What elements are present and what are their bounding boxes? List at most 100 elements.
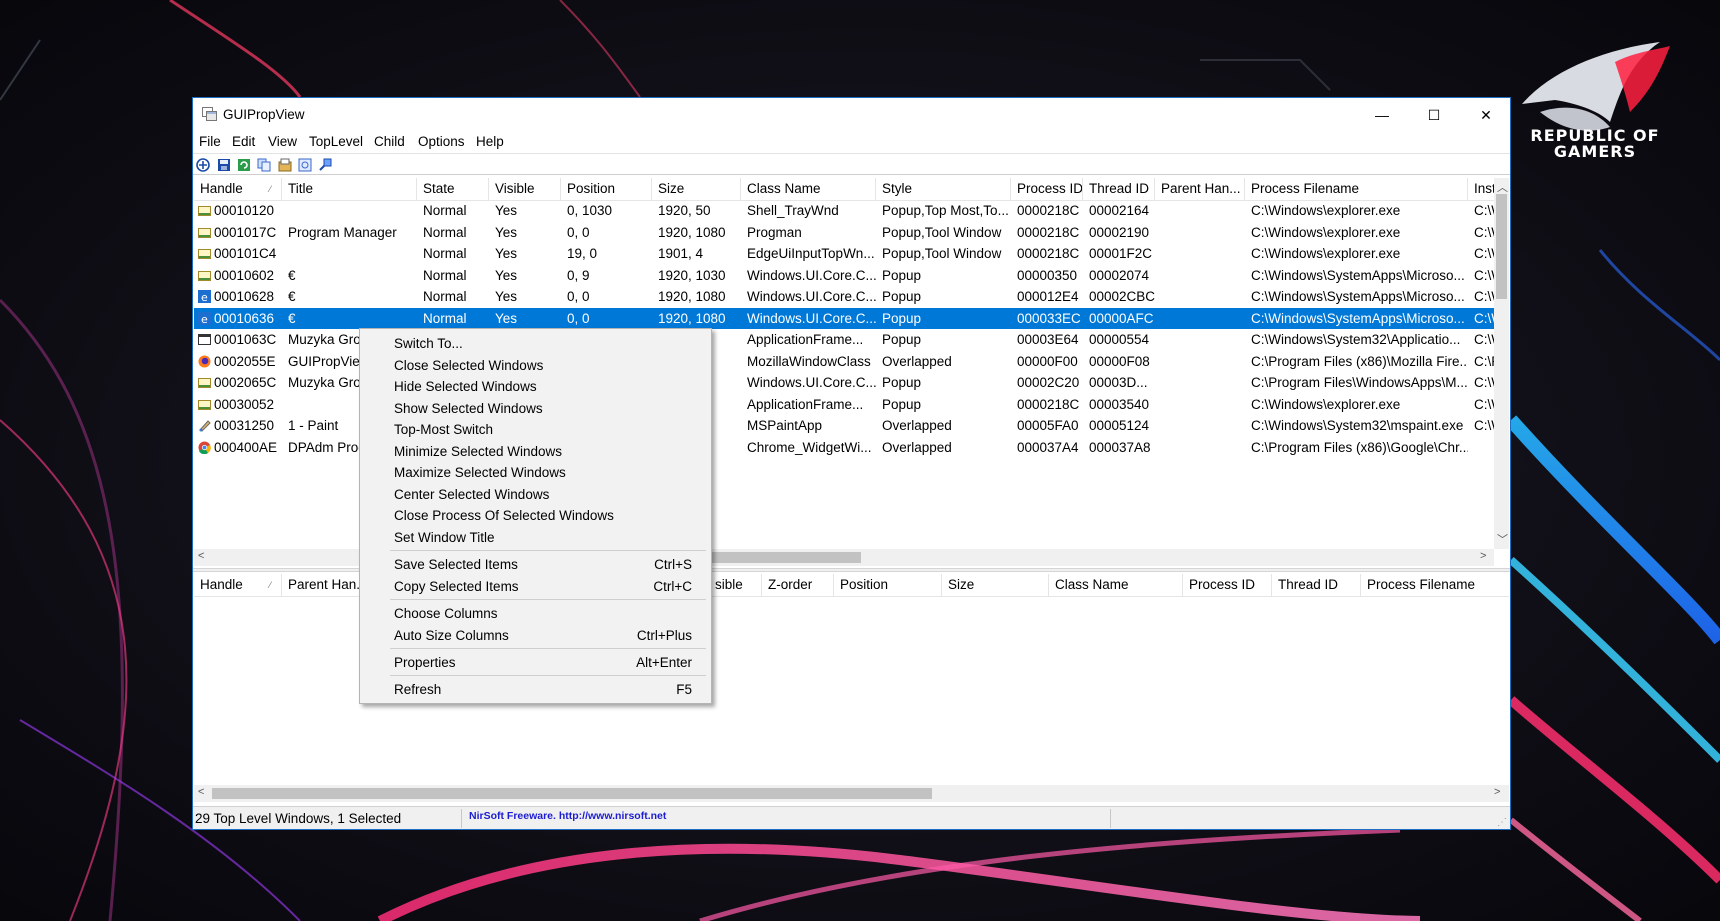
- col-header-visible[interactable]: Visible: [489, 178, 561, 200]
- menu-save-selected-items[interactable]: Save Selected Items Ctrl+S: [362, 554, 709, 575]
- resize-grip-icon[interactable]: ⋰: [1497, 817, 1507, 828]
- cell-position: 0, 1030: [567, 203, 613, 218]
- child-col-header-class-name[interactable]: Class Name: [1049, 574, 1183, 596]
- col-header-thread-id[interactable]: Thread ID: [1083, 178, 1155, 200]
- table-row[interactable]: e 00010628 € Normal Yes 0, 0 1920, 1080 Windows…: [194, 286, 1498, 308]
- col-header-size[interactable]: Size: [652, 178, 741, 200]
- col-header-process-id[interactable]: Process ID: [1011, 178, 1083, 200]
- nirsoft-link[interactable]: NirSoft Freeware. http://www.nirsoft.net: [469, 810, 666, 822]
- cell-thread-id: 00003540: [1089, 396, 1150, 412]
- top-vertical-scroll-thumb[interactable]: [1496, 194, 1507, 299]
- menu-hide-selected-windows[interactable]: Hide Selected Windows: [362, 376, 709, 397]
- menu-set-window-title[interactable]: Set Window Title: [362, 527, 709, 548]
- table-row[interactable]: e 00010636 € Normal Yes 0, 0 1920, 1080 Windows…: [194, 307, 1498, 330]
- table-row[interactable]: 00010602 € Normal Yes 0, 9 1920, 1030 Windows.…: [194, 265, 1498, 287]
- cell-parent-handle: [1155, 329, 1245, 351]
- top-vertical-scrollbar[interactable]: ︿ ﹀: [1494, 178, 1509, 549]
- cell-parent-handle: [1155, 394, 1245, 416]
- cell-title: [282, 243, 417, 265]
- col-header-class-name[interactable]: Class Name: [741, 178, 876, 200]
- cell-parent-handle: [1155, 265, 1245, 287]
- menu-options[interactable]: Options: [418, 134, 465, 149]
- cell-thread-id: 00005124: [1089, 418, 1150, 433]
- cell-parent-handle: [1155, 308, 1245, 330]
- refresh-icon[interactable]: [237, 158, 251, 172]
- child-col-header-z-order[interactable]: Z-order: [762, 574, 834, 596]
- cell-style: Popup: [882, 332, 922, 347]
- menu-edit[interactable]: Edit: [232, 134, 255, 149]
- cell-thread-id: 00002074: [1089, 267, 1150, 283]
- menu-choose-columns[interactable]: Choose Columns: [362, 603, 709, 624]
- menu-view[interactable]: View: [268, 134, 297, 149]
- col-header-position[interactable]: Position: [561, 178, 652, 200]
- save-icon[interactable]: [217, 158, 231, 172]
- cell-process-filename: C:\Windows\explorer.exe: [1251, 396, 1401, 412]
- col-header-style[interactable]: Style: [876, 178, 1011, 200]
- maximize-button[interactable]: ☐: [1408, 98, 1460, 132]
- col-header-title[interactable]: Title: [282, 178, 417, 200]
- menu-auto-size-columns[interactable]: Auto Size Columns Ctrl+Plus: [362, 625, 709, 646]
- scroll-right-icon[interactable]: >: [1480, 550, 1486, 562]
- menu-close-selected-windows[interactable]: Close Selected Windows: [362, 355, 709, 376]
- scroll-left-icon[interactable]: <: [198, 550, 204, 562]
- menu-center-selected-windows[interactable]: Center Selected Windows: [362, 484, 709, 505]
- menu-top-most-switch[interactable]: Top-Most Switch: [362, 419, 709, 440]
- table-row[interactable]: 000101C4 Normal Yes 19, 0 1901, 4 EdgeUiInput…: [194, 243, 1498, 265]
- close-button[interactable]: ✕: [1460, 98, 1512, 132]
- child-col-header-size[interactable]: Size: [942, 574, 1049, 596]
- child-col-header-handle[interactable]: Handle ⁄: [194, 574, 282, 596]
- cell-style: Popup,Top Most,To...: [882, 203, 1009, 218]
- col-header-handle[interactable]: Handle ⁄: [194, 178, 282, 200]
- col-header-state[interactable]: State: [417, 178, 489, 200]
- menu-child[interactable]: Child: [374, 134, 405, 149]
- menu-maximize-selected-windows[interactable]: Maximize Selected Windows: [362, 462, 709, 483]
- top-horizontal-scroll-thumb[interactable]: [711, 552, 861, 563]
- find-icon[interactable]: [318, 158, 332, 172]
- cell-parent-handle: [1155, 200, 1245, 222]
- menu-refresh[interactable]: Refresh F5: [362, 679, 709, 700]
- cell-process-id: 000033EC: [1017, 310, 1081, 326]
- child-col-header-process-filename[interactable]: Process Filename: [1361, 574, 1509, 596]
- child-sort-asc-icon: ⁄: [269, 580, 271, 590]
- child-col-header-process-id[interactable]: Process ID: [1183, 574, 1272, 596]
- menu-minimize-selected-windows[interactable]: Minimize Selected Windows: [362, 441, 709, 462]
- cell-handle: 000101C4: [214, 246, 277, 261]
- html-report-icon[interactable]: [298, 158, 312, 172]
- cell-state: Normal: [423, 246, 467, 261]
- bottom-horizontal-scrollbar[interactable]: < >: [194, 785, 1509, 802]
- bottom-scroll-right-icon[interactable]: >: [1494, 786, 1500, 798]
- scroll-down-icon[interactable]: ﹀: [1497, 531, 1508, 547]
- toolbar: [193, 153, 1510, 175]
- menu-copy-selected-items[interactable]: Copy Selected Items Ctrl+C: [362, 576, 709, 597]
- col-header-parent-handle[interactable]: Parent Han...: [1155, 178, 1245, 200]
- switch-icon[interactable]: [196, 158, 210, 172]
- menu-help[interactable]: Help: [476, 134, 504, 149]
- title-bar[interactable]: GUIPropView — ☐ ✕: [193, 98, 1510, 132]
- cell-title: [282, 200, 417, 222]
- menu-properties[interactable]: Properties Alt+Enter: [362, 652, 709, 673]
- menu-close-process[interactable]: Close Process Of Selected Windows: [362, 505, 709, 526]
- menu-file[interactable]: File: [199, 134, 221, 149]
- child-col-header-visible[interactable]: sible: [708, 574, 762, 596]
- cell-style: Overlapped: [882, 353, 952, 369]
- cell-process-filename: C:\Windows\SystemApps\Microso...: [1251, 289, 1465, 304]
- cell-visible: Yes: [495, 289, 518, 304]
- menu-toplevel[interactable]: TopLevel: [309, 134, 363, 149]
- bottom-horizontal-scroll-thumb[interactable]: [212, 788, 932, 799]
- properties-icon[interactable]: [278, 158, 292, 172]
- copy-icon[interactable]: [257, 158, 271, 172]
- cell-parent-handle: [1155, 351, 1245, 373]
- child-col-header-thread-id[interactable]: Thread ID: [1272, 574, 1361, 596]
- menu-switch-to[interactable]: Switch To...: [362, 333, 709, 354]
- table-row[interactable]: 0001017C Program Manager Normal Yes 0, 0 1920…: [194, 222, 1498, 244]
- table-row[interactable]: 00010120 Normal Yes 0, 1030 1920, 50 Shell_Tr…: [194, 200, 1498, 222]
- close-icon: ✕: [1480, 106, 1492, 123]
- cell-process-filename: C:\Windows\SystemApps\Microso...: [1251, 267, 1465, 283]
- bottom-scroll-left-icon[interactable]: <: [198, 786, 204, 798]
- menu-show-selected-windows[interactable]: Show Selected Windows: [362, 398, 709, 419]
- scroll-up-icon[interactable]: ︿: [1497, 179, 1508, 195]
- child-col-header-position[interactable]: Position: [834, 574, 942, 596]
- status-divider-2: [1110, 809, 1111, 828]
- col-header-process-filename[interactable]: Process Filename: [1245, 178, 1468, 200]
- minimize-button[interactable]: —: [1356, 98, 1408, 132]
